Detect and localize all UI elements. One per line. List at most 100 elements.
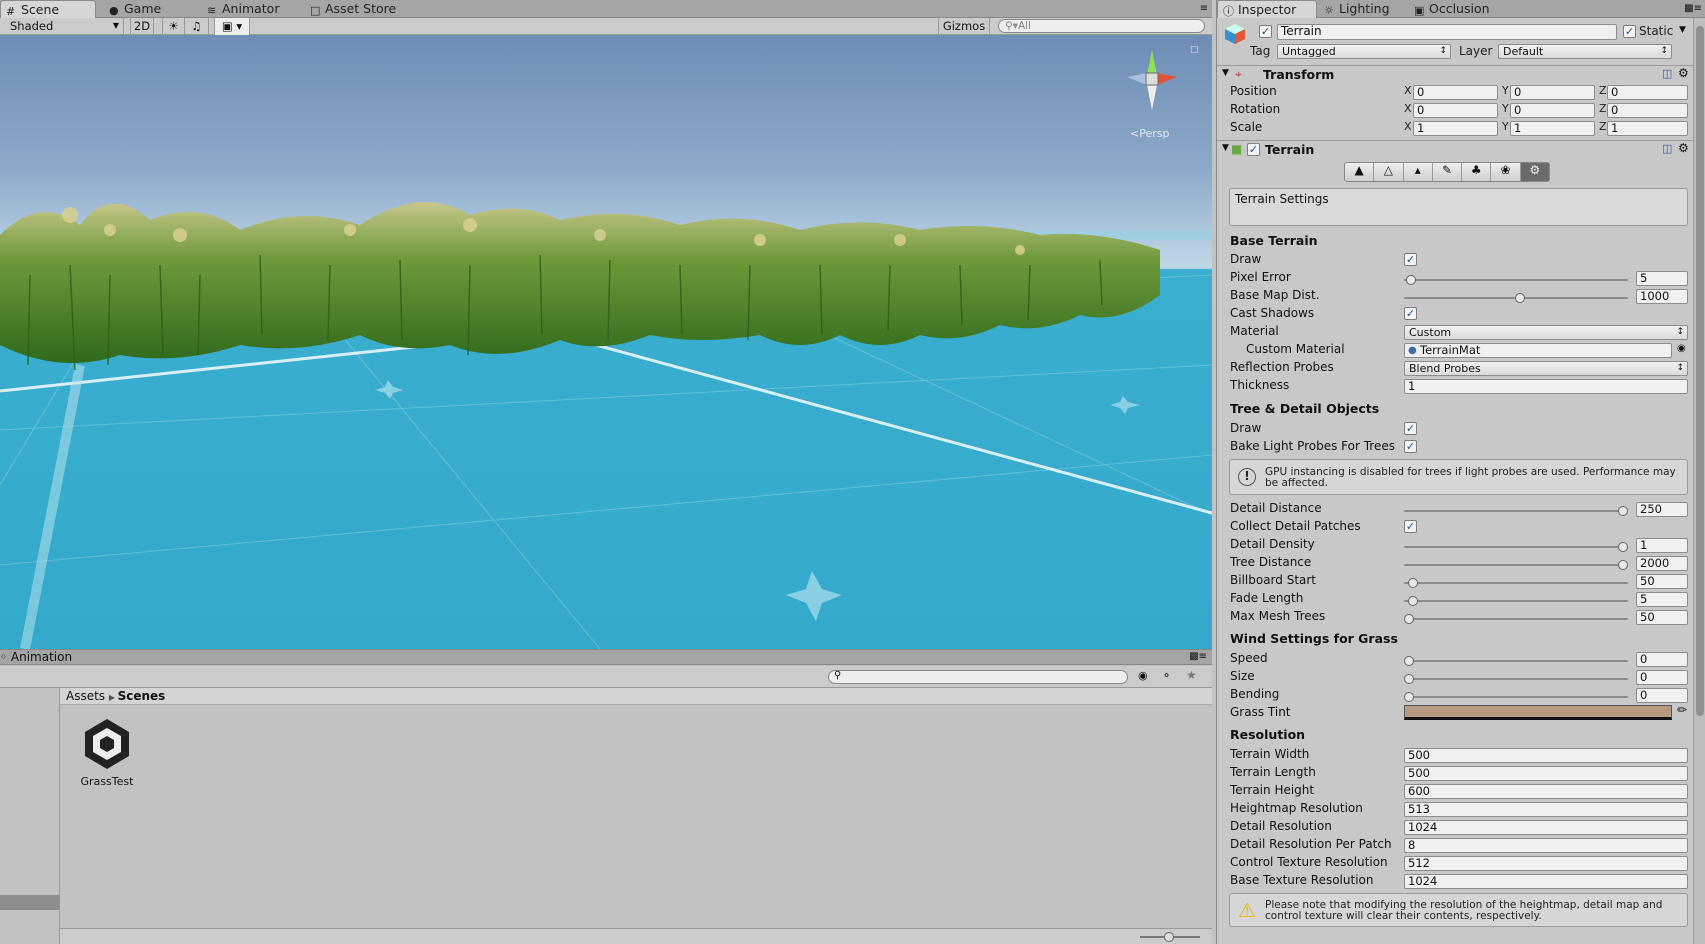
base-map-dist-input[interactable]: 1000: [1636, 289, 1688, 304]
filter-type-icon[interactable]: ◉: [1138, 669, 1148, 682]
slider-knob[interactable]: [1404, 692, 1414, 702]
scene-viewport[interactable]: □ <Persp: [0, 35, 1212, 649]
draw-checkbox[interactable]: ✓: [1404, 253, 1417, 266]
cast-shadows-checkbox[interactable]: ✓: [1404, 307, 1417, 320]
transform-position-y-input[interactable]: 0: [1510, 85, 1595, 100]
paint-details-icon[interactable]: ❀: [1491, 163, 1521, 181]
detail-resolution-per-patch-input[interactable]: 8: [1404, 838, 1688, 853]
tab-asset-store[interactable]: □ Asset Store: [305, 0, 415, 18]
active-checkbox[interactable]: ✓: [1259, 25, 1272, 38]
mode-2d-button[interactable]: 2D: [130, 18, 154, 35]
transform-scale-y-input[interactable]: 1: [1510, 121, 1595, 136]
gear-icon[interactable]: ⚙: [1678, 141, 1689, 155]
gizmos-dropdown[interactable]: Gizmos ▾: [938, 18, 990, 49]
lock-icon[interactable]: □: [1190, 45, 1199, 55]
transform-rotation-z-input[interactable]: 0: [1607, 103, 1688, 118]
detail-density-slider[interactable]: [1404, 542, 1628, 552]
base-map-dist-slider[interactable]: [1404, 293, 1628, 303]
place-trees-icon[interactable]: ♣: [1462, 163, 1492, 181]
terrain-enabled-checkbox[interactable]: ✓: [1247, 143, 1260, 156]
tab-animation[interactable]: ◦ Animation: [0, 650, 72, 665]
tab-menu-icon[interactable]: ≡: [1200, 3, 1208, 14]
layer-dropdown[interactable]: Default: [1498, 44, 1672, 59]
draw-trees-checkbox[interactable]: ✓: [1404, 422, 1417, 435]
transform-rotation-x-input[interactable]: 0: [1413, 103, 1498, 118]
foldout-arrow-icon[interactable]: ▼: [1222, 143, 1229, 153]
gear-icon[interactable]: ⚙: [1678, 66, 1689, 80]
grass-tint-swatch[interactable]: [1404, 705, 1672, 720]
pixel-error-input[interactable]: 5: [1636, 271, 1688, 286]
slider-knob[interactable]: [1618, 542, 1628, 552]
transform-scale-x-input[interactable]: 1: [1413, 121, 1498, 136]
help-icon[interactable]: ◫: [1662, 67, 1672, 80]
object-name-input[interactable]: Terrain: [1277, 24, 1617, 40]
terrain-length-input[interactable]: 500: [1404, 766, 1688, 781]
material-dropdown[interactable]: Custom: [1404, 325, 1688, 340]
scene-search-input[interactable]: ⚲▾All: [998, 19, 1205, 33]
terrain-header[interactable]: ▼ ■ ✓ Terrain ◫ ⚙: [1217, 140, 1693, 158]
tab-animator[interactable]: ≋ Animator: [202, 0, 302, 18]
tree-distance-slider[interactable]: [1404, 560, 1628, 570]
audio-toggle-icon[interactable]: ♫: [185, 18, 209, 35]
scrollbar-thumb[interactable]: [1696, 26, 1704, 716]
object-picker-icon[interactable]: ◉: [1677, 343, 1686, 354]
detail-distance-slider[interactable]: [1404, 506, 1628, 516]
transform-position-z-input[interactable]: 0: [1607, 85, 1688, 100]
slider-knob[interactable]: [1618, 560, 1628, 570]
tab-inspector[interactable]: ⓘ Inspector: [1217, 0, 1317, 18]
tab-menu-icon[interactable]: ▩≡: [1189, 651, 1207, 662]
slider-knob[interactable]: [1618, 506, 1628, 516]
detail-resolution-input[interactable]: 1024: [1404, 820, 1688, 835]
wind-size-slider[interactable]: [1404, 674, 1628, 684]
slider-knob[interactable]: [1408, 596, 1418, 606]
terrain-settings-icon[interactable]: ⚙: [1520, 163, 1549, 181]
foldout-arrow-icon[interactable]: ▼: [1222, 68, 1229, 78]
folder-selection[interactable]: [0, 895, 60, 910]
effects-dropdown-icon[interactable]: ▣ ▾: [214, 18, 250, 35]
wind-size-input[interactable]: 0: [1636, 670, 1688, 685]
inspector-scrollbar[interactable]: [1693, 18, 1705, 944]
billboard-start-slider[interactable]: [1404, 578, 1628, 588]
project-search-input[interactable]: ⚲: [828, 670, 1128, 684]
terrain-width-input[interactable]: 500: [1404, 748, 1688, 763]
help-icon[interactable]: ◫: [1662, 142, 1672, 155]
static-checkbox[interactable]: ✓: [1623, 25, 1636, 38]
heightmap-resolution-input[interactable]: 513: [1404, 802, 1688, 817]
tree-distance-input[interactable]: 2000: [1636, 556, 1688, 571]
favorite-star-icon[interactable]: ★: [1186, 668, 1197, 682]
orientation-gizmo-icon[interactable]: [1122, 45, 1182, 115]
asset-item[interactable]: GrassTest: [74, 716, 140, 788]
slider-knob[interactable]: [1404, 614, 1414, 624]
lighting-toggle-icon[interactable]: ☀: [162, 18, 185, 35]
transform-position-x-input[interactable]: 0: [1413, 85, 1498, 100]
tab-menu-icon[interactable]: ▩≡: [1684, 3, 1702, 14]
max-mesh-trees-input[interactable]: 50: [1636, 610, 1688, 625]
reflection-probes-dropdown[interactable]: Blend Probes: [1404, 361, 1688, 376]
billboard-start-input[interactable]: 50: [1636, 574, 1688, 589]
paint-height-icon[interactable]: △: [1374, 163, 1404, 181]
fade-length-slider[interactable]: [1404, 596, 1628, 606]
transform-rotation-y-input[interactable]: 0: [1510, 103, 1595, 118]
tab-scene[interactable]: # Scene: [0, 0, 96, 18]
collect-detail-patches-checkbox[interactable]: ✓: [1404, 520, 1417, 533]
base-texture-resolution-input[interactable]: 1024: [1404, 874, 1688, 889]
slider-knob[interactable]: [1515, 293, 1525, 303]
detail-density-input[interactable]: 1: [1636, 538, 1688, 553]
transform-header[interactable]: ▼ ⌖ Transform ◫ ⚙: [1217, 65, 1693, 83]
eyedropper-icon[interactable]: ✏: [1677, 703, 1687, 717]
fade-length-input[interactable]: 5: [1636, 592, 1688, 607]
wind-speed-input[interactable]: 0: [1636, 652, 1688, 667]
transform-scale-z-input[interactable]: 1: [1607, 121, 1688, 136]
breadcrumb-assets[interactable]: Assets: [66, 689, 105, 703]
tag-dropdown[interactable]: Untagged: [1277, 44, 1451, 59]
wind-speed-slider[interactable]: [1404, 656, 1628, 666]
persp-label[interactable]: <Persp: [1130, 127, 1169, 140]
wind-bending-slider[interactable]: [1404, 692, 1628, 702]
static-dropdown-icon[interactable]: ▼: [1679, 25, 1686, 35]
raise-lower-terrain-icon[interactable]: ▲: [1345, 163, 1375, 181]
tab-lighting[interactable]: ☼ Lighting: [1319, 0, 1405, 18]
wind-bending-input[interactable]: 0: [1636, 688, 1688, 703]
smooth-height-icon[interactable]: ▴: [1404, 163, 1433, 181]
slider-knob[interactable]: [1164, 932, 1174, 942]
bake-light-probes-checkbox[interactable]: ✓: [1404, 440, 1417, 453]
